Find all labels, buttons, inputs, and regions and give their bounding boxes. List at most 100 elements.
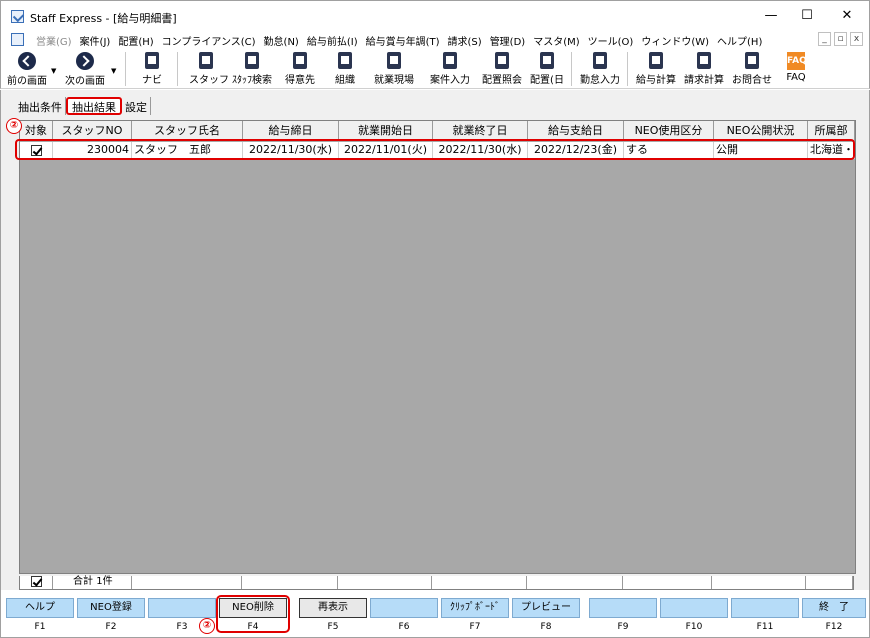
fkey-label-f7: F7	[469, 622, 481, 632]
select-all-checkbox[interactable]	[31, 576, 43, 587]
col-target[interactable]: 対象	[20, 121, 53, 141]
assign-day-button[interactable]: 配置(日	[529, 49, 565, 89]
attendance-icon	[593, 52, 607, 69]
menu-help[interactable]: ヘルプ(H)	[714, 33, 767, 48]
prev-screen-button[interactable]: 前の画面	[5, 49, 49, 89]
document-icon	[11, 33, 24, 46]
navi-button[interactable]: ナビ	[137, 49, 167, 89]
org-icon	[338, 52, 352, 69]
client-button[interactable]: 得意先	[283, 49, 317, 89]
grid-frame: 対象 スタッフNO スタッフ氏名 給与締日 就業開始日 就業終了日 給与支給日 …	[19, 120, 856, 574]
tab-bar: 抽出条件 抽出結果 設定	[15, 97, 151, 115]
col-work-start[interactable]: 就業開始日	[339, 121, 433, 141]
case-entry-icon	[443, 52, 457, 69]
help-button[interactable]: ヘルプ	[6, 598, 74, 618]
menu-advance-pay[interactable]: 給与前払(I)	[304, 33, 363, 48]
contact-icon	[745, 52, 759, 69]
contact-button[interactable]: お問合せ	[729, 49, 775, 89]
assign-ref-icon	[495, 52, 509, 69]
clipboard-button[interactable]: ｸﾘｯﾌﾟﾎﾞｰﾄﾞ	[441, 598, 509, 618]
mdi-restore-button[interactable]: ▫	[834, 32, 847, 46]
annotation-marker-2b: ②	[199, 618, 215, 634]
maximize-button[interactable]: ☐	[789, 5, 825, 27]
f10-button[interactable]	[660, 598, 728, 618]
function-key-bar: ヘルプ F1 NEO登録 F2 F3 NEO削除 F4 ② 再表示 F5 F6 …	[0, 590, 870, 638]
faq-icon: FAQ	[787, 52, 807, 70]
worksite-button[interactable]: 就業現場	[371, 49, 417, 89]
minimize-button[interactable]: —	[753, 5, 789, 27]
refresh-button[interactable]: 再表示	[299, 598, 367, 618]
payroll-calc-button[interactable]: 給与計算	[633, 49, 679, 89]
results-grid: 対象 スタッフNO スタッフ氏名 給与締日 就業開始日 就業終了日 給与支給日 …	[15, 120, 856, 638]
staff-icon	[199, 52, 213, 69]
payroll-calc-icon	[649, 52, 663, 69]
fkey-label-f8: F8	[540, 622, 552, 632]
f3-button[interactable]	[148, 598, 216, 618]
col-pay-close[interactable]: 給与締日	[243, 121, 339, 141]
neo-register-button[interactable]: NEO登録	[77, 598, 145, 618]
tab-extraction-results[interactable]: 抽出結果	[66, 97, 122, 115]
totals-checkbox-cell[interactable]	[20, 576, 53, 589]
staff-search-button[interactable]: ｽﾀｯﾌ検索	[231, 49, 273, 89]
case-entry-button[interactable]: 案件入力	[426, 49, 474, 89]
tab-extraction-conditions[interactable]: 抽出条件	[15, 97, 66, 115]
menu-case[interactable]: 案件(J)	[77, 33, 116, 48]
title-bar: Staff Express - [給与明細書] — ☐ ✕	[0, 0, 870, 31]
neo-delete-highlight	[216, 595, 290, 633]
back-arrow-icon	[18, 52, 36, 70]
prev-dropdown-icon[interactable]: ▼	[51, 67, 56, 75]
worksite-icon	[387, 52, 401, 69]
menu-master[interactable]: マスタ(M)	[530, 33, 584, 48]
col-work-end[interactable]: 就業終了日	[433, 121, 528, 141]
annotation-marker-2: ②	[6, 118, 22, 134]
grid-header: 対象 スタッフNO スタッフ氏名 給与締日 就業開始日 就業終了日 給与支給日 …	[20, 121, 855, 141]
org-button[interactable]: 組織	[333, 49, 357, 89]
fkey-label-f6: F6	[398, 622, 410, 632]
menu-tools[interactable]: ツール(O)	[585, 33, 639, 48]
fkey-label-f2: F2	[105, 622, 117, 632]
totals-row: 合計 1件	[19, 576, 854, 590]
mdi-close-button[interactable]: x	[850, 32, 863, 46]
f11-button[interactable]	[731, 598, 799, 618]
assign-day-icon	[540, 52, 554, 69]
main-area: 抽出条件 抽出結果 設定 対象 スタッフNO スタッフ氏名 給与締日 就業開始日…	[0, 90, 870, 605]
app-icon	[11, 10, 24, 23]
billing-calc-button[interactable]: 請求計算	[681, 49, 727, 89]
assign-ref-button[interactable]: 配置照会	[479, 49, 525, 89]
preview-button[interactable]: プレビュー	[512, 598, 580, 618]
menu-compliance[interactable]: コンプライアンス(C)	[159, 33, 261, 48]
faq-button[interactable]: FAQ FAQ	[781, 49, 811, 89]
menu-admin[interactable]: 管理(D)	[487, 33, 531, 48]
tab-settings[interactable]: 設定	[122, 97, 151, 115]
attendance-button[interactable]: 勤怠入力	[577, 49, 623, 89]
billing-calc-icon	[697, 52, 711, 69]
window-title: Staff Express - [給与明細書]	[30, 12, 177, 25]
fkey-label-f1: F1	[34, 622, 46, 632]
next-dropdown-icon[interactable]: ▼	[111, 67, 116, 75]
menu-window[interactable]: ウィンドウ(W)	[638, 33, 714, 48]
fkey-label-f9: F9	[617, 622, 629, 632]
menu-assignment[interactable]: 配置(H)	[115, 33, 158, 48]
menu-payroll[interactable]: 給与賞与年調(T)	[363, 33, 445, 48]
menu-attendance[interactable]: 勤怠(N)	[261, 33, 304, 48]
col-pay-date[interactable]: 給与支給日	[528, 121, 624, 141]
menu-billing[interactable]: 請求(S)	[445, 33, 487, 48]
f9-button[interactable]	[589, 598, 657, 618]
f6-button[interactable]	[370, 598, 438, 618]
col-staff-no[interactable]: スタッフNO	[53, 121, 132, 141]
col-neo-status[interactable]: NEO公開状況	[714, 121, 808, 141]
totals-count: 合計 1件	[53, 576, 132, 589]
col-staff-name[interactable]: スタッフ氏名	[132, 121, 243, 141]
fkey-label-f5: F5	[327, 622, 339, 632]
col-neo-use[interactable]: NEO使用区分	[624, 121, 714, 141]
col-dept[interactable]: 所属部	[808, 121, 855, 141]
client-icon	[293, 52, 307, 69]
close-button[interactable]: ✕	[829, 5, 865, 27]
forward-arrow-icon	[76, 52, 94, 70]
menu-sales[interactable]: 営業(G)	[33, 33, 77, 48]
staff-search-icon	[245, 52, 259, 69]
mdi-minimize-button[interactable]: _	[818, 32, 831, 46]
exit-button[interactable]: 終 了	[802, 598, 866, 618]
staff-button[interactable]: スタッフ	[189, 49, 229, 89]
next-screen-button[interactable]: 次の画面	[63, 49, 107, 89]
